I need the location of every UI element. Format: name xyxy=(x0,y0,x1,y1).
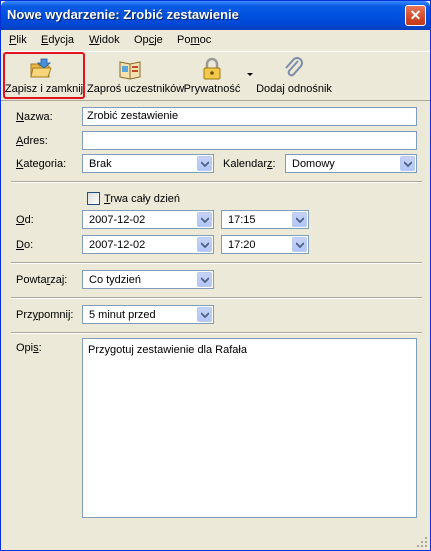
from-time-select[interactable]: 17:15 xyxy=(221,210,309,229)
dropdown-arrow[interactable] xyxy=(292,237,307,252)
all-day-checkbox[interactable] xyxy=(87,192,100,205)
dropdown-arrow[interactable] xyxy=(292,212,307,227)
to-label: Do: xyxy=(16,239,34,251)
chevron-down-icon xyxy=(201,217,209,223)
add-link-button[interactable]: Dodaj odnośnik xyxy=(255,53,333,100)
menu-view[interactable]: Widok xyxy=(89,34,120,46)
lock-icon xyxy=(203,57,221,80)
book-invite-icon xyxy=(119,61,141,80)
description-textarea[interactable]: Przygotuj zestawienie dla Rafała xyxy=(82,338,417,518)
from-date-select[interactable]: 2007-12-02 xyxy=(82,210,214,229)
menu-file[interactable]: Plik xyxy=(9,34,27,46)
description-label: Opis: xyxy=(16,342,42,354)
divider xyxy=(11,332,422,334)
resize-grip-icon[interactable] xyxy=(416,536,428,548)
chevron-down-icon xyxy=(296,217,304,223)
dropdown-arrow[interactable] xyxy=(197,156,212,171)
chevron-down-icon xyxy=(296,242,304,248)
chevron-down-icon xyxy=(201,242,209,248)
repeat-label: Powtarzaj: xyxy=(16,274,68,286)
chevron-down-icon xyxy=(201,161,209,167)
from-label: Od: xyxy=(16,214,34,226)
calendar-select[interactable]: Domowy xyxy=(285,154,417,173)
dropdown-arrow[interactable] xyxy=(197,307,212,322)
dropdown-arrow[interactable] xyxy=(197,272,212,287)
category-select[interactable]: Brak xyxy=(82,154,214,173)
repeat-select[interactable]: Co tydzień xyxy=(82,270,214,289)
menu-bar: Plik Edycja Widok Opcje Pomoc xyxy=(1,30,430,51)
remind-select[interactable]: 5 minut przed xyxy=(82,305,214,324)
chevron-down-icon xyxy=(201,312,209,318)
category-label: Kategoria: xyxy=(16,158,67,170)
chevron-down-icon xyxy=(404,161,412,167)
divider xyxy=(11,181,422,183)
highlight-annotation xyxy=(3,52,85,99)
close-button[interactable]: ✕ xyxy=(405,5,426,26)
dropdown-arrow[interactable] xyxy=(197,212,212,227)
paperclip-icon xyxy=(285,57,303,77)
menu-help[interactable]: Pomoc xyxy=(177,34,211,46)
window-title: Nowe wydarzenie: Zrobić zestawienie xyxy=(7,7,239,22)
chevron-down-icon xyxy=(247,73,253,76)
dropdown-arrow[interactable] xyxy=(400,156,415,171)
divider xyxy=(11,262,422,264)
event-dialog: Nowe wydarzenie: Zrobić zestawienie ✕ Pl… xyxy=(0,0,431,551)
menu-options[interactable]: Opcje xyxy=(134,34,163,46)
close-icon: ✕ xyxy=(409,7,422,23)
calendar-label: Kalendarz: xyxy=(223,158,276,170)
title-bar[interactable]: Nowe wydarzenie: Zrobić zestawienie ✕ xyxy=(1,1,430,30)
privacy-button[interactable]: Prywatność xyxy=(181,53,253,100)
all-day-label: Trwa cały dzień xyxy=(104,193,181,205)
divider xyxy=(11,297,422,299)
invite-attendees-button[interactable]: Zaproś uczestników xyxy=(87,53,184,100)
chevron-down-icon xyxy=(201,277,209,283)
name-label: Nazwa: xyxy=(16,111,53,123)
name-input[interactable]: Zrobić zestawienie xyxy=(82,107,417,126)
address-label: Adres: xyxy=(16,135,48,147)
to-date-select[interactable]: 2007-12-02 xyxy=(82,235,214,254)
remind-label: Przypomnij: xyxy=(16,309,74,321)
dropdown-arrow[interactable] xyxy=(197,237,212,252)
address-input[interactable] xyxy=(82,131,417,150)
to-time-select[interactable]: 17:20 xyxy=(221,235,309,254)
menu-edit[interactable]: Edycja xyxy=(41,34,74,46)
